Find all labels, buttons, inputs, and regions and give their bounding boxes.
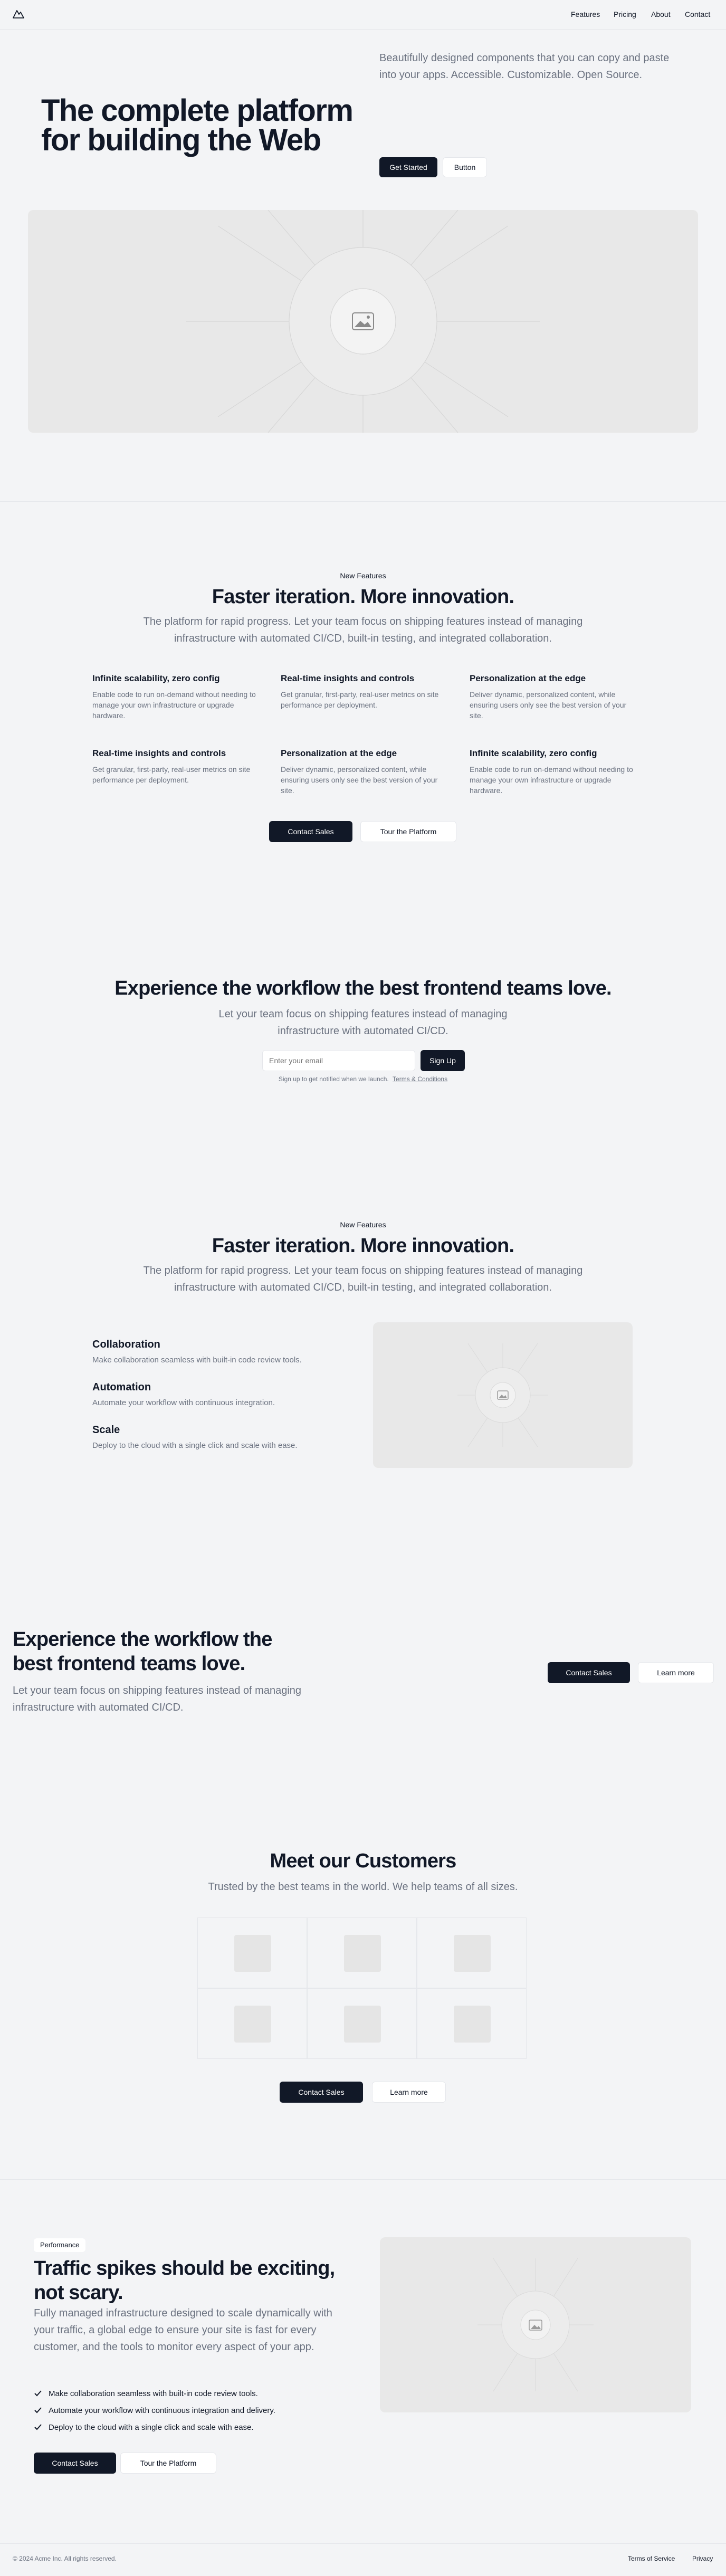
footer-link-privacy[interactable]: Privacy xyxy=(692,2555,713,2562)
hero-description: Beautifully designed components that you… xyxy=(379,52,670,81)
features2-title: Faster iteration. More innovation. xyxy=(212,1235,514,1257)
feature-desc: Enable code to run on-demand without nee… xyxy=(92,690,256,720)
customer-logo-cell xyxy=(197,1988,307,2059)
sign-up-button[interactable]: Sign Up xyxy=(421,1050,465,1071)
customer-logo-cell xyxy=(417,1917,527,1988)
check-icon xyxy=(34,2423,42,2434)
features-subtitle: The platform for rapid progress. Let you… xyxy=(143,616,583,644)
customer-logo-cell xyxy=(307,1988,417,2059)
features-eyebrow: New Features xyxy=(340,571,386,580)
signup-subtitle: Let your team focus on shipping features… xyxy=(218,1008,508,1037)
checklist-item: Automate your workflow with continuous i… xyxy=(49,2406,275,2415)
hero-title: The complete platform for building the W… xyxy=(41,93,354,157)
customers-learn-more-button[interactable]: Learn more xyxy=(372,2082,446,2103)
nav-about[interactable]: About xyxy=(651,10,671,18)
site-header: Features Pricing About Contact xyxy=(0,0,726,30)
customer-logo xyxy=(344,1935,381,1972)
customers-contact-sales-button[interactable]: Contact Sales xyxy=(280,2082,363,2103)
checklist-item: Make collaboration seamless with built-i… xyxy=(49,2389,258,2398)
feature2-desc: Make collaboration seamless with built-i… xyxy=(92,1356,302,1365)
performance-contact-sales-button[interactable]: Contact Sales xyxy=(34,2453,116,2474)
terms-link[interactable]: Terms & Conditions xyxy=(393,1075,447,1083)
customer-logo xyxy=(454,1935,491,1972)
check-icon xyxy=(34,2406,42,2417)
mountain-icon[interactable] xyxy=(13,8,24,19)
customers-subtitle: Trusted by the best teams in the world. … xyxy=(208,1881,518,1893)
nav-contact[interactable]: Contact xyxy=(685,10,710,18)
copyright: © 2024 Acme Inc. All rights reserved. xyxy=(13,2555,117,2562)
email-field[interactable] xyxy=(262,1050,415,1071)
customer-logo-cell xyxy=(197,1917,307,1988)
cta-learn-more-button[interactable]: Learn more xyxy=(638,1662,714,1683)
feature-title: Personalization at the edge xyxy=(470,673,586,683)
feature-desc: Get granular, first-party, real-user met… xyxy=(92,765,251,784)
tour-platform-button[interactable]: Tour the Platform xyxy=(360,821,456,842)
feature-title: Personalization at the edge xyxy=(281,748,397,758)
check-icon xyxy=(34,2389,42,2400)
performance-image-placeholder xyxy=(380,2237,691,2412)
features2-subtitle: The platform for rapid progress. Let you… xyxy=(143,1265,583,1293)
feature-desc: Deliver dynamic, personalized content, w… xyxy=(281,765,438,795)
customer-logo xyxy=(344,2006,381,2043)
feature2-desc: Automate your workflow with continuous i… xyxy=(92,1398,275,1407)
footer-link-terms[interactable]: Terms of Service xyxy=(628,2555,675,2562)
signup-title: Experience the workflow the best fronten… xyxy=(114,977,612,999)
feature2-title: Automation xyxy=(92,1381,151,1393)
feature-title: Real-time insights and controls xyxy=(281,673,415,683)
customer-logo xyxy=(454,2006,491,2043)
get-started-button[interactable]: Get Started xyxy=(379,157,437,177)
feature2-desc: Deploy to the cloud with a single click … xyxy=(92,1441,298,1450)
hero-image-placeholder xyxy=(28,210,698,433)
customer-logo xyxy=(234,2006,271,2043)
customer-logo-cell xyxy=(417,1988,527,2059)
features2-eyebrow: New Features xyxy=(340,1220,386,1229)
section-divider xyxy=(0,501,726,502)
performance-tour-button[interactable]: Tour the Platform xyxy=(120,2453,216,2474)
performance-badge: Performance xyxy=(34,2238,86,2252)
section-divider xyxy=(0,2179,726,2180)
contact-sales-button[interactable]: Contact Sales xyxy=(269,821,352,842)
customer-logo-grid xyxy=(197,1917,528,2060)
feature-title: Infinite scalability, zero config xyxy=(92,673,220,683)
footer-divider xyxy=(0,2543,726,2544)
feature2-title: Collaboration xyxy=(92,1339,160,1350)
feature2-title: Scale xyxy=(92,1424,120,1436)
hero-secondary-button[interactable]: Button xyxy=(443,157,487,177)
feature-desc: Enable code to run on-demand without nee… xyxy=(470,765,633,795)
feature-title: Real-time insights and controls xyxy=(92,748,226,758)
feature-title: Infinite scalability, zero config xyxy=(470,748,597,758)
performance-description: Fully managed infrastructure designed to… xyxy=(34,2307,332,2353)
nav-features[interactable]: Features xyxy=(571,10,600,18)
feature-desc: Deliver dynamic, personalized content, w… xyxy=(470,690,627,720)
cta-contact-sales-button[interactable]: Contact Sales xyxy=(548,1662,630,1683)
cta-subtitle: Let your team focus on shipping features… xyxy=(13,1685,302,1713)
feature-desc: Get granular, first-party, real-user met… xyxy=(281,690,439,709)
cta-title: Experience the workflow the best fronten… xyxy=(13,1628,272,1675)
signup-note-row: Sign up to get notified when we launch. … xyxy=(0,1075,726,1083)
customer-logo xyxy=(234,1935,271,1972)
features2-image-placeholder xyxy=(373,1322,633,1468)
performance-title: Traffic spikes should be exciting, not s… xyxy=(34,2257,335,2304)
customer-logo-cell xyxy=(307,1917,417,1988)
customers-title: Meet our Customers xyxy=(270,1850,456,1872)
features-title: Faster iteration. More innovation. xyxy=(212,586,514,608)
nav-pricing[interactable]: Pricing xyxy=(614,10,636,18)
signup-note: Sign up to get notified when we launch. xyxy=(278,1075,389,1083)
checklist-item: Deploy to the cloud with a single click … xyxy=(49,2423,254,2432)
